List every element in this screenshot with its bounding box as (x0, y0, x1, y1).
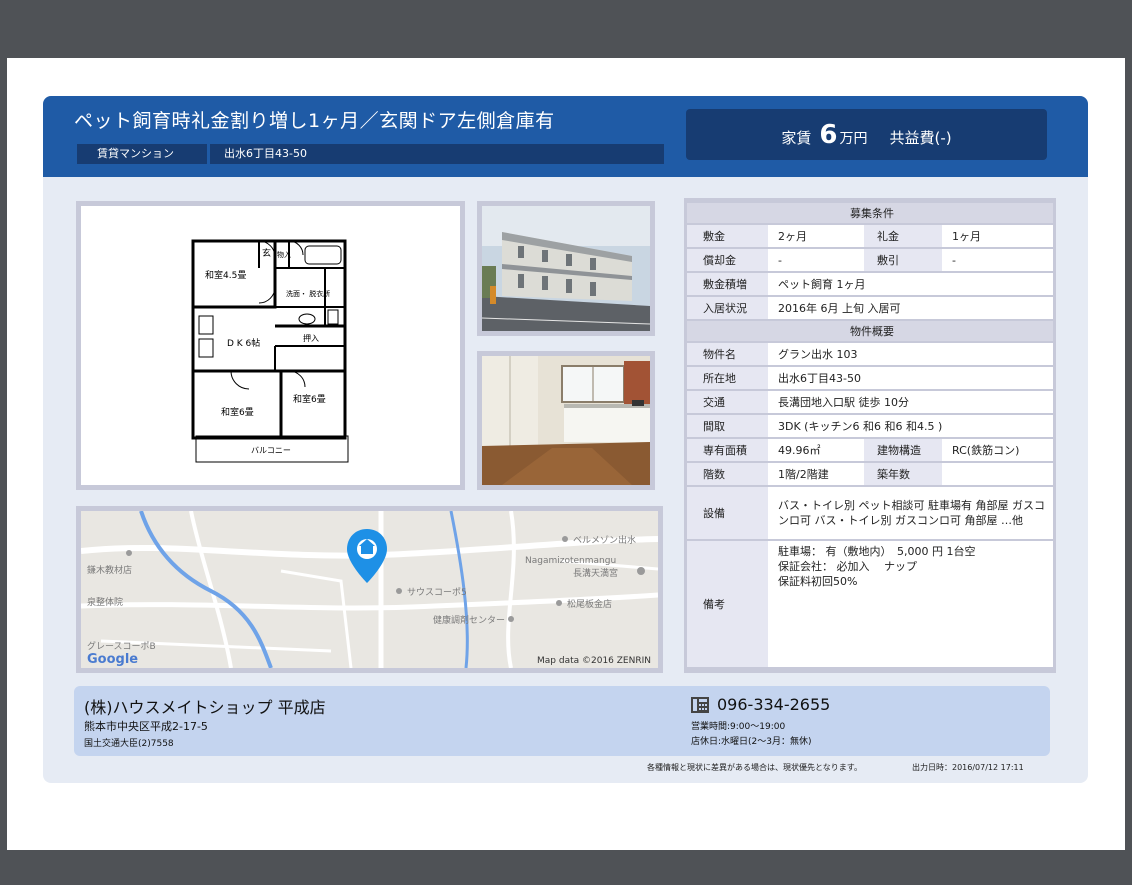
floors-value: 1階/2階建 (768, 463, 864, 485)
address-tag: 出水6丁目43-50 (210, 144, 664, 164)
interior-photo (477, 351, 655, 490)
shop-phone-number: 096-334-2655 (717, 695, 831, 714)
common-fee: 共益費(-) (889, 129, 952, 147)
google-logo: Google (87, 652, 138, 667)
map-attribution: Map data ©2016 ZENRIN (537, 656, 651, 666)
equipment-key: 設備 (687, 487, 768, 539)
fp-room-b: 和室6畳 (293, 393, 326, 405)
fp-dk: D K 6帖 (227, 337, 260, 349)
extra-deposit-key: 敷金積増 (687, 273, 768, 295)
remarks-line-2: 保証会社： 必加入 ナップ (778, 560, 917, 573)
remarks-key: 備考 (687, 541, 768, 667)
headline: ペット飼育時礼金割り増し1ヶ月／玄関ドア左側倉庫有 (74, 110, 555, 132)
building-age-key: 築年数 (864, 463, 942, 485)
spec-table: 募集条件 敷金 2ヶ月 礼金 1ヶ月 償却金 - 敷引 - 敷金積増 ペット飼育… (684, 198, 1056, 673)
deduction-key: 敷引 (864, 249, 942, 271)
property-name-key: 物件名 (687, 343, 768, 365)
fp-washroom: 洗面・ 脱衣所 (286, 289, 330, 298)
property-type-tag: 賃貸マンション (77, 144, 207, 164)
rent-unit: 万円 (839, 131, 868, 147)
move-in-value: 2016年 6月 上旬 入居可 (768, 297, 1053, 319)
overview-title: 物件概要 (687, 321, 1053, 341)
access-value: 長溝団地入口駅 徒歩 10分 (768, 391, 1053, 413)
shop-license: 国土交通大臣(2)7558 (84, 739, 174, 749)
shop-phone[interactable]: 096-334-2655 (691, 695, 830, 714)
rent-label: 家賃 (781, 129, 812, 147)
map-label-5: 健康調剤センター (433, 614, 505, 626)
shop-address: 熊本市中央区平成2-17-5 (84, 720, 208, 733)
deposit-key: 敷金 (687, 225, 768, 247)
fp-balcony: バルコニー (251, 446, 291, 455)
header-tags: 賃貸マンション 出水6丁目43-50 (77, 144, 664, 164)
exterior-photo (477, 201, 655, 336)
layout-key: 間取 (687, 415, 768, 437)
deduction-value: - (942, 249, 1053, 271)
shop-name: (株)ハウスメイトショップ 平成店 (84, 698, 326, 717)
building-age-value (942, 463, 1053, 485)
map-panel[interactable]: ベルメゾン出水 Nagamizotenmangu 長溝天満宮 サウスコーポ5 松… (76, 506, 663, 673)
amortization-value: - (768, 249, 864, 271)
key-money-value: 1ヶ月 (942, 225, 1053, 247)
structure-value: RC(鉄筋コン) (942, 439, 1053, 461)
map-label-4: 松尾板金店 (567, 598, 612, 610)
deposit-value: 2ヶ月 (768, 225, 864, 247)
disclaimer: 各種情報と現状に差異がある場合は、現状優先となります。 (647, 763, 862, 772)
listing-sheet: ペット飼育時礼金割り増し1ヶ月／玄関ドア左側倉庫有 賃貸マンション 出水6丁目4… (7, 58, 1125, 850)
location-value: 出水6丁目43-50 (768, 367, 1053, 389)
print-datetime: 出力日時：2016/07/12 17:11 (912, 763, 1024, 772)
shop-info: (株)ハウスメイトショップ 平成店 熊本市中央区平成2-17-5 国土交通大臣(… (74, 686, 1050, 756)
remarks-value: 駐車場： 有（敷地内） 5,000 円 1台空 保証会社： 必加入 ナップ 保証… (768, 541, 1053, 667)
header-band: ペット飼育時礼金割り増し1ヶ月／玄関ドア左側倉庫有 賃貸マンション 出水6丁目4… (43, 96, 1088, 177)
map-label-3: サウスコーポ5 (407, 587, 467, 598)
conditions-title: 募集条件 (687, 203, 1053, 223)
fp-storage: 物入 (277, 250, 291, 259)
floors-key: 階数 (687, 463, 768, 485)
map-label-0: ベルメゾン出水 (573, 534, 636, 546)
map-label-6: 鎌木教材店 (87, 564, 132, 576)
area-value: 49.96㎡ (768, 439, 864, 461)
access-key: 交通 (687, 391, 768, 413)
fp-room-c: 和室6畳 (221, 406, 254, 418)
layout-value: 3DK (キッチン6 和6 和6 和4.5 ) (768, 415, 1053, 437)
location-key: 所在地 (687, 367, 768, 389)
area-key: 専有面積 (687, 439, 768, 461)
listing-card: ペット飼育時礼金割り増し1ヶ月／玄関ドア左側倉庫有 賃貸マンション 出水6丁目4… (43, 96, 1088, 783)
map-label-1: Nagamizotenmangu (525, 556, 616, 566)
key-money-key: 礼金 (864, 225, 942, 247)
map-canvas[interactable]: ベルメゾン出水 Nagamizotenmangu 長溝天満宮 サウスコーポ5 松… (80, 510, 659, 669)
map-label-7: 泉整体院 (87, 596, 123, 608)
map-label-8: グレースコーポB (87, 640, 156, 652)
fp-entrance: 玄 (262, 247, 271, 259)
fp-closet: 押入 (303, 333, 319, 343)
rent-value: 6 (819, 120, 838, 150)
rent-box: 家賃 6 万円 共益費(-) (686, 109, 1047, 160)
shop-hours: 営業時間:9:00～19:00 (691, 722, 786, 732)
floorplan-panel: 和室4.5畳 玄 物入 洗面・ 脱衣所 D K 6帖 押入 和室6畳 和室6畳 … (76, 201, 465, 490)
amortization-key: 償却金 (687, 249, 768, 271)
remarks-line-1: 駐車場： 有（敷地内） 5,000 円 1台空 (778, 545, 976, 558)
fp-room-a: 和室4.5畳 (205, 269, 246, 281)
structure-key: 建物構造 (864, 439, 942, 461)
property-name-value: グラン出水 103 (768, 343, 1053, 365)
floorplan-drawing: 和室4.5畳 玄 物入 洗面・ 脱衣所 D K 6帖 押入 和室6畳 和室6畳 … (191, 239, 349, 463)
move-in-key: 入居状況 (687, 297, 768, 319)
phone-icon (691, 696, 709, 713)
equipment-value: バス・トイレ別 ペット相談可 駐車場有 角部屋 ガスコンロ可 バス・トイレ別 ガ… (768, 487, 1053, 539)
shop-holiday: 店休日:水曜日(2～3月：無休) (691, 737, 812, 747)
extra-deposit-value: ペット飼育 1ヶ月 (768, 273, 1053, 295)
remarks-line-3: 保証料初回50% (778, 575, 858, 588)
map-label-2: 長溝天満宮 (573, 567, 618, 579)
